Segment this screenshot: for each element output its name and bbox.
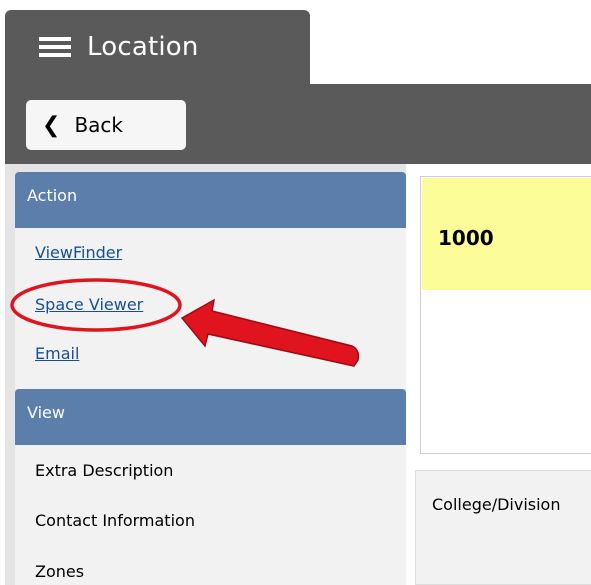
pointer-arrow-icon — [180, 298, 360, 367]
annotation-overlay — [10, 278, 360, 367]
highlight-circle — [10, 278, 182, 332]
